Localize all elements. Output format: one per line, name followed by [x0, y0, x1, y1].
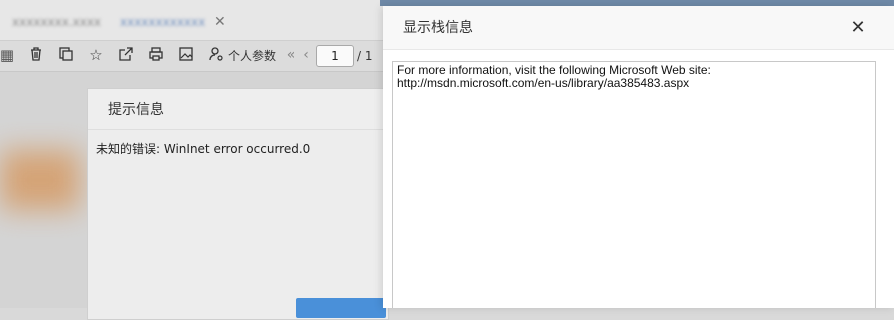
- trash-icon[interactable]: [27, 46, 45, 64]
- page-number-input[interactable]: 1: [316, 45, 354, 67]
- user-settings-icon[interactable]: [207, 46, 225, 64]
- close-icon[interactable]: ✕: [848, 18, 868, 38]
- stack-dialog-title: 显示栈信息: [403, 20, 473, 36]
- stack-line: http://msdn.microsoft.com/en-us/library/…: [397, 76, 690, 90]
- copy-icon[interactable]: [57, 46, 75, 64]
- print-icon[interactable]: [147, 46, 165, 64]
- star-icon[interactable]: ☆: [87, 46, 105, 64]
- stack-dialog-header: 显示栈信息 ✕: [383, 6, 894, 50]
- page-total: / 1: [357, 49, 373, 63]
- prompt-dialog: 提示信息 未知的错误: WinInet error occurred.0: [87, 88, 389, 320]
- browser-tab-active[interactable]: xxxxxxxxxxxx: [120, 10, 205, 34]
- tab-close-icon[interactable]: ✕: [214, 13, 226, 31]
- browser-tab[interactable]: xxxxxxxx.xxxx: [12, 10, 101, 34]
- error-message: 未知的错误: WinInet error occurred.0: [96, 142, 311, 156]
- personal-params-label[interactable]: 个人参数: [228, 47, 276, 65]
- stack-info-dialog: 显示栈信息 ✕ For more information, visit the …: [383, 6, 894, 308]
- prev-page-icon[interactable]: ‹: [297, 46, 315, 64]
- prompt-dialog-button[interactable]: [296, 298, 386, 318]
- external-link-icon[interactable]: [117, 46, 135, 64]
- grid-icon[interactable]: ▦: [0, 46, 16, 64]
- image-icon[interactable]: [177, 46, 195, 64]
- prompt-dialog-title: 提示信息: [108, 102, 164, 118]
- stack-trace-textarea[interactable]: For more information, visit the followin…: [392, 61, 876, 308]
- blurred-content: [0, 150, 80, 210]
